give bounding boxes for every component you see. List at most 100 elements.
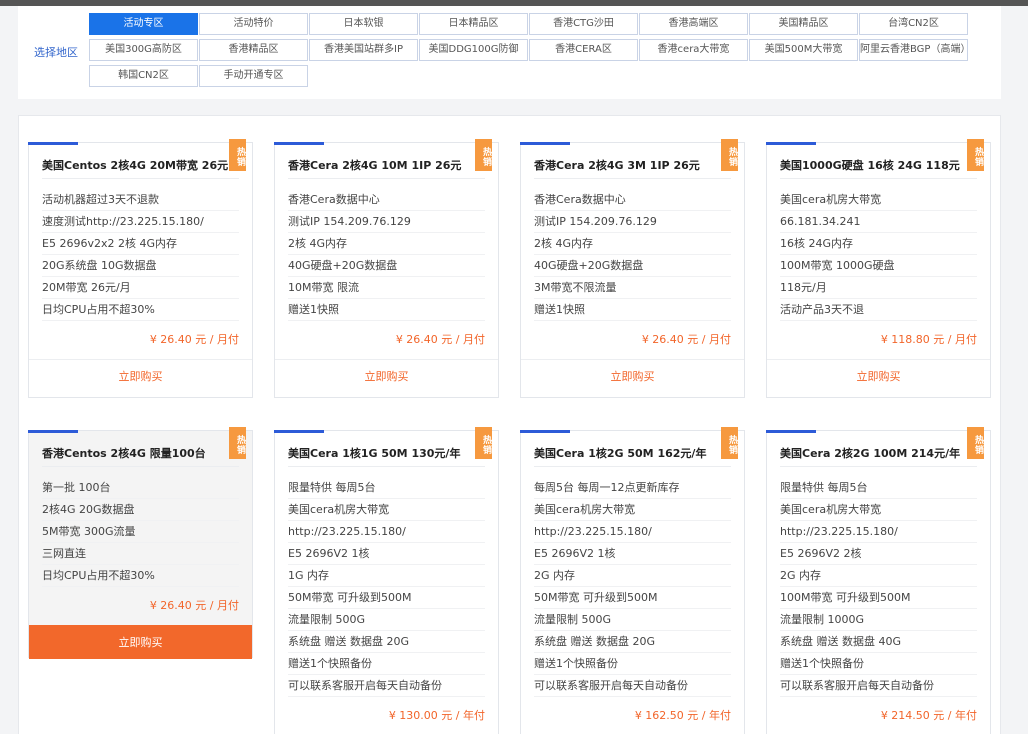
feature-item: http://23.225.15.180/ — [780, 521, 977, 543]
region-tab[interactable]: 日本软银 — [309, 13, 418, 35]
region-tab[interactable]: 活动专区 — [89, 13, 198, 35]
buy-now-button[interactable]: 立即购买 — [29, 625, 252, 659]
feature-item: E5 2696V2 1核 — [534, 543, 731, 565]
feature-item: 118元/月 — [780, 277, 977, 299]
divider — [780, 466, 977, 467]
card-accent-bar — [28, 430, 78, 433]
feature-item: 美国cera机房大带宽 — [534, 499, 731, 521]
hot-badge: 热销 — [721, 427, 738, 459]
feature-item: 2核 4G内存 — [534, 233, 731, 255]
card-accent-bar — [520, 142, 570, 145]
feature-list: 香港Cera数据中心 测试IP 154.209.76.129 2核 4G内存 40G硬… — [288, 189, 485, 321]
feature-item: 2核4G 20G数据盘 — [42, 499, 239, 521]
feature-item: 限量特供 每周5台 — [288, 477, 485, 499]
buy-now-button[interactable]: 立即购买 — [521, 359, 744, 393]
divider — [534, 178, 731, 179]
feature-item: 100M带宽 可升级到500M — [780, 587, 977, 609]
feature-item: 活动机器超过3天不退款 — [42, 189, 239, 211]
feature-list: 香港Cera数据中心 测试IP 154.209.76.129 2核 4G内存 40G硬… — [534, 189, 731, 321]
feature-item: 流量限制 500G — [534, 609, 731, 631]
feature-item: 3M带宽不限流量 — [534, 277, 731, 299]
card-accent-bar — [274, 430, 324, 433]
region-tab[interactable]: 阿里云香港BGP（高端） — [859, 39, 968, 61]
region-tab[interactable]: 美国300G高防区 — [89, 39, 198, 61]
divider — [288, 466, 485, 467]
region-tab[interactable]: 香港精品区 — [199, 39, 308, 61]
feature-item: E5 2696v2x2 2核 4G内存 — [42, 233, 239, 255]
divider — [780, 178, 977, 179]
feature-item: 50M带宽 可升级到500M — [534, 587, 731, 609]
hot-badge: 热销 — [229, 139, 246, 171]
feature-item: 可以联系客服开启每天自动备份 — [288, 675, 485, 697]
feature-item: 可以联系客服开启每天自动备份 — [780, 675, 977, 697]
region-tab[interactable]: 活动特价 — [199, 13, 308, 35]
region-tab[interactable]: 香港美国站群多IP — [309, 39, 418, 61]
feature-item: 2G 内存 — [780, 565, 977, 587]
hot-badge: 热销 — [475, 427, 492, 459]
feature-list: 第一批 100台 2核4G 20G数据盘 5M带宽 300G流量 三网直连 日均CPU占… — [42, 477, 239, 587]
hot-badge: 热销 — [967, 139, 984, 171]
feature-item: 5M带宽 300G流量 — [42, 521, 239, 543]
buy-now-button[interactable]: 立即购买 — [275, 359, 498, 393]
feature-item: 16核 24G内存 — [780, 233, 977, 255]
divider — [42, 466, 239, 467]
product-price: ¥ 118.80 元 / 月付 — [880, 333, 977, 346]
card-accent-bar — [766, 142, 816, 145]
feature-item: 日均CPU占用不超30% — [42, 565, 239, 587]
feature-item: 系统盘 赠送 数据盘 20G — [288, 631, 485, 653]
region-tab[interactable]: 台湾CN2区 — [859, 13, 968, 35]
feature-item: 系统盘 赠送 数据盘 20G — [534, 631, 731, 653]
feature-item: 2核 4G内存 — [288, 233, 485, 255]
product-card: 热销 香港Cera 2核4G 10M 1IP 26元 香港Cera数据中心 测试IP … — [274, 139, 499, 398]
feature-item: 赠送1个快照备份 — [780, 653, 977, 675]
buy-now-button[interactable]: 立即购买 — [29, 359, 252, 393]
feature-item: 赠送1快照 — [534, 299, 731, 321]
region-tab[interactable]: 香港CTG沙田 — [529, 13, 638, 35]
feature-item: 可以联系客服开启每天自动备份 — [534, 675, 731, 697]
product-price: ¥ 162.50 元 / 年付 — [634, 709, 731, 722]
feature-item: 系统盘 赠送 数据盘 40G — [780, 631, 977, 653]
product-title: 美国Centos 2核4G 20M带宽 26元 — [42, 159, 229, 172]
feature-item: http://23.225.15.180/ — [288, 521, 485, 543]
feature-item: 速度测试http://23.225.15.180/ — [42, 211, 239, 233]
product-card: 热销 美国Cera 2核2G 100M 214元/年 限量特供 每周5台 美国cera… — [766, 427, 991, 734]
product-title: 美国Cera 2核2G 100M 214元/年 — [780, 447, 961, 460]
region-tab[interactable]: 香港CERA区 — [529, 39, 638, 61]
region-tab[interactable]: 香港cera大带宽 — [639, 39, 748, 61]
feature-list: 限量特供 每周5台 美国cera机房大带宽 http://23.225.15.180… — [780, 477, 977, 697]
region-tab[interactable]: 美国精品区 — [749, 13, 858, 35]
card-accent-bar — [520, 430, 570, 433]
feature-item: 赠送1快照 — [288, 299, 485, 321]
feature-item: 流量限制 500G — [288, 609, 485, 631]
buy-now-button[interactable]: 立即购买 — [767, 359, 990, 393]
feature-item: 限量特供 每周5台 — [780, 477, 977, 499]
feature-item: 100M带宽 1000G硬盘 — [780, 255, 977, 277]
region-tab[interactable]: 手动开通专区 — [199, 65, 308, 87]
card-accent-bar — [28, 142, 78, 145]
feature-list: 每周5台 每周一12点更新库存 美国cera机房大带宽 http://23.225.… — [534, 477, 731, 697]
feature-item: 测试IP 154.209.76.129 — [288, 211, 485, 233]
product-price: ¥ 214.50 元 / 年付 — [880, 709, 977, 722]
product-card: 热销美国Cera 1核1G 50M 130元/年限量特供 每周5台 美国cera机… — [274, 427, 499, 734]
feature-item: 40G硬盘+20G数据盘 — [534, 255, 731, 277]
product-title: 美国Cera 1核1G 50M 130元/年 — [288, 447, 461, 460]
product-price: ¥ 130.00 元 / 年付 — [388, 709, 485, 722]
feature-list: 限量特供 每周5台 美国cera机房大带宽 http://23.225.15.180… — [288, 477, 485, 697]
feature-item: 赠送1个快照备份 — [534, 653, 731, 675]
feature-item: 流量限制 1000G — [780, 609, 977, 631]
feature-item: 40G硬盘+20G数据盘 — [288, 255, 485, 277]
region-tab[interactable]: 美国500M大带宽 — [749, 39, 858, 61]
feature-item: 20M带宽 26元/月 — [42, 277, 239, 299]
region-tab[interactable]: 韩国CN2区 — [89, 65, 198, 87]
region-tab[interactable]: 美国DDG100G防御 — [419, 39, 528, 61]
feature-item: 测试IP 154.209.76.129 — [534, 211, 731, 233]
product-title: 美国1000G硬盘 16核 24G 118元 — [780, 159, 960, 172]
feature-item: 赠送1个快照备份 — [288, 653, 485, 675]
product-price: ¥ 26.40 元 / 月付 — [149, 333, 239, 346]
hot-badge: 热销 — [229, 427, 246, 459]
feature-item: 美国cera机房大带宽 — [780, 499, 977, 521]
product-price: ¥ 26.40 元 / 月付 — [149, 599, 239, 612]
region-tab[interactable]: 香港高端区 — [639, 13, 748, 35]
region-tab[interactable]: 日本精品区 — [419, 13, 528, 35]
region-label: 选择地区 — [34, 46, 78, 59]
